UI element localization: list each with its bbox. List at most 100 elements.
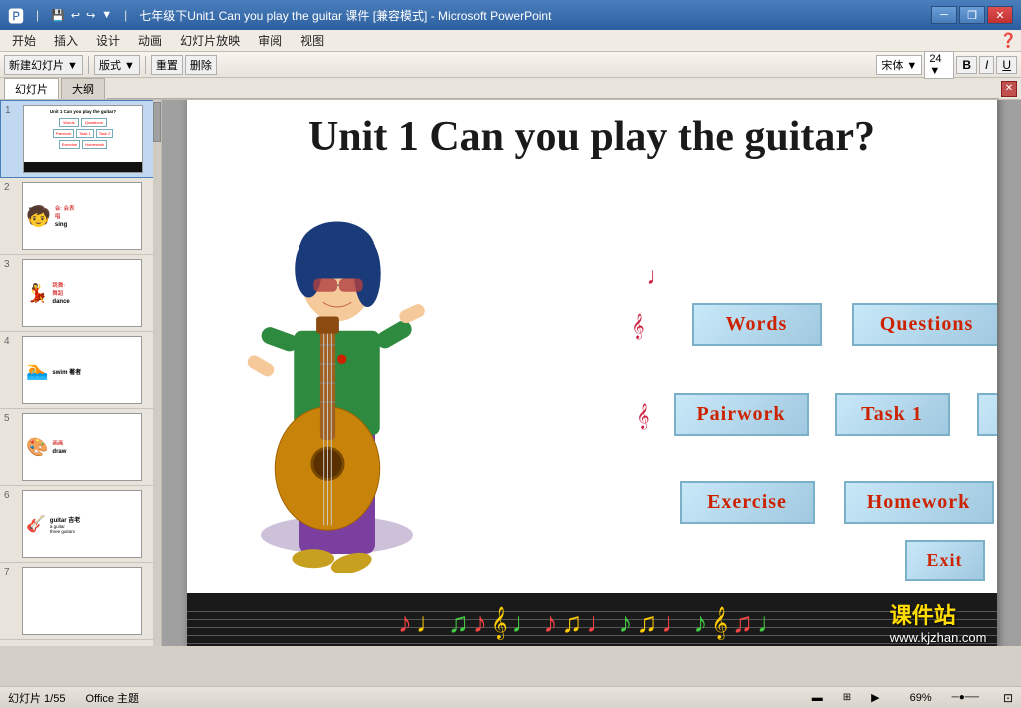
watermark: 课件站 www.kjzhan.com	[890, 598, 987, 645]
slide-thumb-7[interactable]: 7	[0, 563, 161, 640]
toolbar: 新建幻灯片 ▼ 版式 ▼ 重置 删除 宋体 ▼ 24 ▼ B I U	[0, 52, 1021, 78]
tab-outline[interactable]: 大纲	[61, 78, 105, 99]
menu-insert[interactable]: 插入	[46, 30, 86, 51]
tab-slides[interactable]: 幻灯片	[4, 78, 59, 99]
menu-animation[interactable]: 动画	[130, 30, 170, 51]
font-size-select[interactable]: 24 ▼	[924, 51, 954, 79]
bar-note-9: ♩	[587, 607, 615, 639]
title-bar-controls: ─ ❐ ✕	[931, 6, 1013, 24]
slide-preview-6: 🎸 guitar 吉老 a guitar three guitars	[22, 490, 142, 558]
theme-indicator: Office 主题	[85, 690, 139, 706]
menu-view[interactable]: 视图	[292, 30, 332, 51]
quick-access: 💾 ↩ ↪ ▼	[51, 9, 112, 22]
questions-button[interactable]: Questions	[852, 303, 997, 346]
main-area: 1 Unit 1 Can you play the guitar? Words …	[0, 100, 1021, 646]
tabs-strip: 幻灯片 大纲 ✕	[0, 78, 1021, 100]
sidebar: 1 Unit 1 Can you play the guitar? Words …	[0, 100, 162, 646]
slide-title: Unit 1 Can you play the guitar?	[187, 100, 997, 171]
app-icon: 🅿	[8, 3, 24, 27]
music-note-3: 𝄞	[637, 403, 650, 429]
status-bar: 幻灯片 1/55 Office 主题 ▬ ⊞ ▶ 69% ─●── ⊡	[0, 686, 1021, 708]
music-bar: ♪ ♩ ♫ ♪ 𝄞 ♩ ♪ ♫ ♩ ♪ ♫ ♩ ♪ 𝄞 ♫ ♩	[187, 593, 997, 646]
underline-btn[interactable]: U	[996, 56, 1017, 74]
toolbar-divider-2	[145, 56, 146, 74]
bar-note-13: ♪	[694, 607, 708, 639]
slide-count: 幻灯片 1/55	[8, 690, 65, 706]
restore-button[interactable]: ❐	[959, 6, 985, 24]
bar-note-12: ♩	[662, 607, 690, 639]
menu-review[interactable]: 审阅	[250, 30, 290, 51]
title-bar: 🅿 | 💾 ↩ ↪ ▼ | 七年级下Unit1 Can you play the…	[0, 0, 1021, 30]
italic-btn[interactable]: I	[979, 56, 994, 74]
view-sorter[interactable]: ⊞	[843, 692, 851, 703]
exercise-button[interactable]: Exercise	[680, 481, 815, 524]
slide-thumb-2[interactable]: 2 🧒 会: 会表 唱 sing	[0, 178, 161, 255]
watermark-url: www.kjzhan.com	[890, 630, 987, 645]
slide-num-3: 3	[4, 259, 18, 270]
bar-note-6: ♩	[512, 607, 540, 639]
slide-preview-5: 🎨 画画 draw	[22, 413, 142, 481]
sidebar-close-btn[interactable]: ✕	[1001, 81, 1017, 97]
layout-btn[interactable]: 版式 ▼	[94, 55, 140, 75]
bar-note-3: ♫	[448, 607, 469, 639]
bar-note-1: ♪	[398, 607, 412, 639]
bar-note-2: ♩	[416, 607, 444, 639]
toolbar-btn-1[interactable]: 新建幻灯片 ▼	[4, 55, 83, 75]
slide-thumb-4[interactable]: 4 🏊 swim 著者	[0, 332, 161, 409]
bar-note-11: ♫	[637, 607, 658, 639]
homework-button[interactable]: Homework	[844, 481, 994, 524]
toolbar-divider-1	[88, 56, 89, 74]
slide-area: Unit 1 Can you play the guitar?	[162, 100, 1021, 646]
slide-num-2: 2	[4, 182, 18, 193]
reset-btn[interactable]: 重置	[151, 55, 183, 75]
words-button[interactable]: Words	[692, 303, 822, 346]
bar-note-14: 𝄞	[712, 607, 729, 640]
menu-slideshow[interactable]: 幻灯片放映	[172, 30, 248, 51]
bar-note-10: ♪	[619, 607, 633, 639]
slide-thumb-3[interactable]: 3 💃 跳舞: 舞蹈 dance	[0, 255, 161, 332]
slide-num-1: 1	[5, 105, 19, 116]
zoom-fit[interactable]: ⊡	[1003, 691, 1013, 705]
help-icon[interactable]: ❓	[1000, 32, 1017, 49]
exit-button[interactable]: Exit	[905, 540, 985, 581]
slide-thumb-1[interactable]: 1 Unit 1 Can you play the guitar? Words …	[0, 100, 161, 178]
slide-num-5: 5	[4, 413, 18, 424]
slide-num-7: 7	[4, 567, 18, 578]
slide-num-6: 6	[4, 490, 18, 501]
slide-preview-3: 💃 跳舞: 舞蹈 dance	[22, 259, 142, 327]
font-select[interactable]: 宋体 ▼	[876, 55, 922, 75]
delete-btn[interactable]: 删除	[185, 55, 217, 75]
slide-thumb-5[interactable]: 5 🎨 画画 draw	[0, 409, 161, 486]
bold-btn[interactable]: B	[956, 56, 977, 74]
slide-preview-1: Unit 1 Can you play the guitar? Words Qu…	[23, 105, 143, 173]
view-slideshow[interactable]: ▶	[871, 691, 879, 704]
task2-button[interactable]: Task 2	[977, 393, 997, 436]
sidebar-scrollbar[interactable]	[153, 100, 161, 646]
slide-thumb-6[interactable]: 6 🎸 guitar 吉老 a guitar three guitars	[0, 486, 161, 563]
view-normal[interactable]: ▬	[812, 692, 823, 704]
title-bar-left: 🅿 | 💾 ↩ ↪ ▼ | 七年级下Unit1 Can you play the…	[8, 3, 551, 27]
minimize-button[interactable]: ─	[931, 6, 957, 24]
task1-button[interactable]: Task 1	[835, 393, 950, 436]
guitar-player-image	[227, 193, 447, 573]
zoom-slider[interactable]: ─●──	[952, 692, 979, 703]
watermark-chinese: 课件站	[890, 603, 956, 628]
slide-canvas: Unit 1 Can you play the guitar?	[187, 100, 997, 646]
music-note-2: 𝄞	[632, 313, 645, 339]
slide-preview-4: 🏊 swim 著者	[22, 336, 142, 404]
zoom-level: 69%	[910, 692, 932, 704]
bar-note-16: ♩	[757, 607, 785, 639]
menu-bar: 开始 插入 设计 动画 幻灯片放映 审阅 视图 ❓	[0, 30, 1021, 52]
bar-note-8: ♫	[562, 607, 583, 639]
slide-preview-7	[22, 567, 142, 635]
slide-num-4: 4	[4, 336, 18, 347]
slide-preview-2: 🧒 会: 会表 唱 sing	[22, 182, 142, 250]
bar-note-5: 𝄞	[491, 607, 508, 640]
pairwork-button[interactable]: Pairwork	[674, 393, 809, 436]
menu-design[interactable]: 设计	[88, 30, 128, 51]
bar-note-15: ♫	[732, 607, 753, 639]
bar-note-7: ♪	[544, 607, 558, 639]
close-button[interactable]: ✕	[987, 6, 1013, 24]
menu-start[interactable]: 开始	[4, 30, 44, 51]
window-title: 七年级下Unit1 Can you play the guitar 课件 [兼容…	[139, 7, 551, 24]
